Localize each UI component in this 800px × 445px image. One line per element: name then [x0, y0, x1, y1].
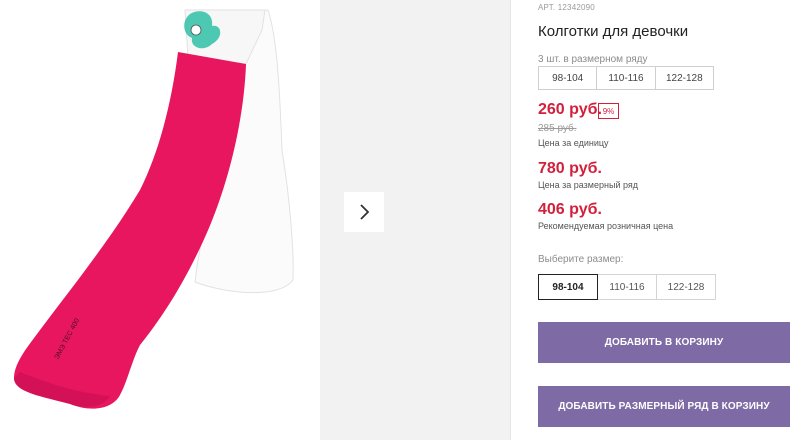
size-set-item: 122-128: [665, 72, 703, 84]
product-info: АРТ. 12342090 Колготки для девочки 3 шт.…: [511, 0, 800, 440]
discount-badge: 9%: [598, 103, 619, 119]
size-set-item: 98-104: [539, 67, 598, 89]
set-price: 780 руб.: [538, 160, 602, 177]
product-title: Колготки для девочки: [538, 23, 689, 40]
size-set-item: 110-116: [597, 67, 656, 89]
size-option[interactable]: 122-128: [656, 274, 716, 300]
size-option-selected[interactable]: 98-104: [538, 274, 598, 300]
rrp-price-caption: Рекомендуемая розничная цена: [538, 221, 674, 231]
size-selector: 98-104 110-116 122-128: [538, 274, 716, 300]
size-set-list: 98-104 110-116 122-128: [538, 66, 714, 90]
tights-illustration: ЭМЭ ТЕС 400: [14, 9, 294, 409]
size-select-label: Выберите размер:: [538, 254, 624, 265]
next-image-button[interactable]: [344, 192, 384, 232]
product-gallery: ЭМЭ ТЕС 400: [0, 0, 510, 440]
rrp-price: 406 руб.: [538, 201, 602, 218]
add-to-cart-button[interactable]: ДОБАВИТЬ В КОРЗИНУ: [538, 322, 790, 363]
unit-price-caption: Цена за единицу: [538, 138, 609, 148]
chevron-right-icon: [360, 204, 370, 220]
add-set-to-cart-button[interactable]: ДОБАВИТЬ РАЗМЕРНЫЙ РЯД В КОРЗИНУ: [538, 386, 790, 427]
size-set-label: 3 шт. в размерном ряду: [538, 54, 648, 65]
unit-price: 260 руб.: [538, 101, 602, 118]
set-price-caption: Цена за размерный ряд: [538, 180, 639, 190]
product-image: ЭМЭ ТЕС 400: [0, 0, 320, 440]
old-price: 285 руб.: [538, 123, 577, 134]
article-number: АРТ. 12342090: [538, 3, 595, 12]
size-option[interactable]: 110-116: [597, 274, 657, 300]
